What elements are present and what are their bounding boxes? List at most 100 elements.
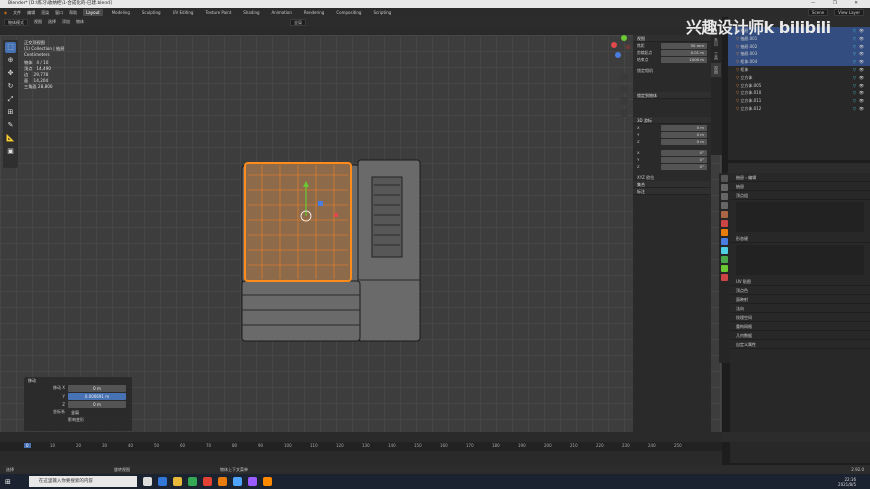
move-x-field[interactable]: 0 m (68, 384, 126, 392)
clip-end-field[interactable]: 1000 m (661, 56, 707, 63)
scale-icon[interactable]: ⤢ (5, 94, 16, 105)
physics-props-icon[interactable] (721, 256, 728, 263)
nav-gizmo[interactable] (611, 35, 631, 58)
focal-length-field[interactable]: 50 mm (661, 42, 707, 49)
transform-icon[interactable]: ⊞ (5, 107, 16, 118)
section-custom-properties[interactable]: 自定义属性 (730, 340, 870, 349)
tab-modeling[interactable]: Modeling (109, 9, 133, 16)
tab-animation[interactable]: Animation (269, 9, 295, 16)
annotate-icon[interactable]: ✎ (5, 120, 16, 131)
section-shape-keys[interactable]: 形态键 (730, 234, 870, 243)
blender-icon[interactable] (217, 477, 227, 486)
rotate-icon[interactable]: ↻ (5, 81, 16, 92)
selected-drawer[interactable] (244, 162, 352, 282)
material-props-icon[interactable] (721, 274, 728, 281)
tool-props-icon[interactable] (721, 175, 728, 182)
menu-file[interactable]: 文件 (13, 10, 21, 16)
explorer-icon[interactable] (172, 477, 182, 486)
tab-view[interactable]: 视图 (711, 63, 721, 77)
ai-icon[interactable] (262, 477, 272, 486)
last-operator-panel[interactable]: 移动 移动 X0 m Y 0.000691 m Z0 m 坐标系 全局 影响变形 (24, 377, 132, 431)
outliner-row[interactable]: ▽ 柜体 ▽ 👁 (728, 66, 870, 74)
section-texture-space[interactable]: 纹理空间 (730, 313, 870, 322)
measure-icon[interactable]: 📐 (5, 133, 16, 144)
orientation-dropdown[interactable]: 全局 (68, 408, 126, 416)
view-layer-props-icon[interactable] (721, 202, 728, 209)
3d-viewport[interactable] (0, 35, 722, 432)
cursor-rot-z-field[interactable]: 0° (661, 163, 707, 170)
render-props-icon[interactable] (721, 184, 728, 191)
section-vertex-colors[interactable]: 顶点色 (730, 286, 870, 295)
timeline-ruler[interactable]: 0 10 20 30 40 50 60 70 80 90 100 110 120… (0, 442, 722, 451)
world-props-icon[interactable] (721, 220, 728, 227)
section-face-maps[interactable]: 面映射 (730, 295, 870, 304)
windows-start-icon[interactable]: ⊞ (5, 478, 11, 486)
collections-section[interactable]: 集合 (633, 181, 711, 188)
affect-checkbox[interactable]: 影响变形 (68, 417, 84, 423)
edge-icon[interactable] (157, 477, 167, 486)
store-icon[interactable] (187, 477, 197, 486)
op-panel-title[interactable]: 移动 (24, 377, 132, 384)
mode-selector[interactable]: 物体模式 (4, 18, 28, 26)
outliner-row[interactable]: ▽ 立方体.012 ▽ 👁 (728, 105, 870, 113)
particles-props-icon[interactable] (721, 247, 728, 254)
taskbar-clock[interactable]: 22:16 2021/8/5 (838, 477, 856, 487)
outliner-row[interactable]: ▽ 立方体.011 ▽ 👁 (728, 97, 870, 105)
cursor-rot-y-field[interactable]: 0° (661, 156, 707, 163)
shape-key-list[interactable] (736, 245, 864, 275)
object-menu[interactable]: 物体 (76, 19, 84, 25)
section-geometry-data[interactable]: 几何数据 (730, 331, 870, 340)
select-box-icon[interactable]: ⬚ (5, 42, 16, 53)
section-vertex-groups[interactable]: 顶点组 (730, 191, 870, 200)
scene-props-icon[interactable] (721, 211, 728, 218)
modifier-props-icon[interactable] (721, 238, 728, 245)
cursor-icon[interactable]: ⊕ (5, 55, 16, 66)
cursor-rot-x-field[interactable]: 0° (661, 149, 707, 156)
tab-shading[interactable]: Shading (240, 9, 262, 16)
move-icon[interactable]: ✥ (5, 68, 16, 79)
task-view-icon[interactable] (142, 477, 152, 486)
lock-section[interactable]: 锁定到物体 (633, 92, 711, 99)
tab-scripting[interactable]: Scripting (370, 9, 394, 16)
tab-uv-editing[interactable]: UV Editing (170, 9, 197, 16)
move-z-field[interactable]: 0 m (68, 400, 126, 408)
chrome-icon[interactable] (202, 477, 212, 486)
section-remesh[interactable]: 重构网格 (730, 322, 870, 331)
add-cube-icon[interactable]: ▣ (5, 146, 16, 157)
orientation-selector[interactable]: 全局 (290, 18, 306, 26)
outliner-row[interactable]: ▽ 抽屉.002 ▽ 👁 (728, 42, 870, 51)
taskbar-search-input[interactable]: 在这里输入你要搜索的内容 (28, 476, 137, 487)
add-menu[interactable]: 添加 (62, 19, 70, 25)
cursor-section-header[interactable]: 3D 游标 (633, 117, 711, 124)
tab-texture-paint[interactable]: Texture Paint (202, 9, 234, 16)
menu-window[interactable]: 窗口 (55, 10, 63, 16)
tab-rendering[interactable]: Rendering (301, 9, 327, 16)
menu-help[interactable]: 帮助 (69, 10, 77, 16)
blender-logo-icon[interactable]: ◈ (4, 10, 7, 15)
select-menu[interactable]: 选择 (48, 19, 56, 25)
cursor-z-field[interactable]: 0 m (661, 138, 707, 145)
window-controls[interactable]: — ❐ ✕ (811, 0, 866, 8)
section-uv-maps[interactable]: UV 贴图 (730, 277, 870, 286)
tab-tool[interactable]: 工具 (711, 49, 721, 63)
ps-icon[interactable] (232, 477, 242, 486)
outliner-row[interactable]: ▽ 立方体.005 ▽ 👁 (728, 82, 870, 90)
tab-sculpting[interactable]: Sculpting (139, 9, 164, 16)
tab-compositing[interactable]: Compositing (333, 9, 364, 16)
vertex-group-list[interactable] (736, 202, 864, 232)
view-layer-selector[interactable]: View Layer (834, 9, 864, 16)
cursor-x-field[interactable]: 0 m (661, 124, 707, 131)
annotations-section[interactable]: 标注 (633, 188, 711, 195)
mesh-data-props-icon[interactable] (721, 265, 728, 272)
clip-start-field[interactable]: 0.01 m (661, 49, 707, 56)
props-object-row[interactable]: 抽屉 › 编辑 (730, 173, 870, 182)
section-normals[interactable]: 法向 (730, 304, 870, 313)
cursor-y-field[interactable]: 0 m (661, 131, 707, 138)
tab-layout[interactable]: Layout (83, 9, 103, 16)
outliner-row[interactable]: ▽ 立方体 ▽ 👁 (728, 74, 870, 82)
menu-edit[interactable]: 编辑 (27, 10, 35, 16)
menu-render[interactable]: 渲染 (41, 10, 49, 16)
outliner-row[interactable]: ▽ 立方体.010 ▽ 👁 (728, 89, 870, 97)
object-props-icon[interactable] (721, 229, 728, 236)
outliner-row[interactable]: ▽ 柜体.004 ▽ 👁 (728, 58, 870, 66)
